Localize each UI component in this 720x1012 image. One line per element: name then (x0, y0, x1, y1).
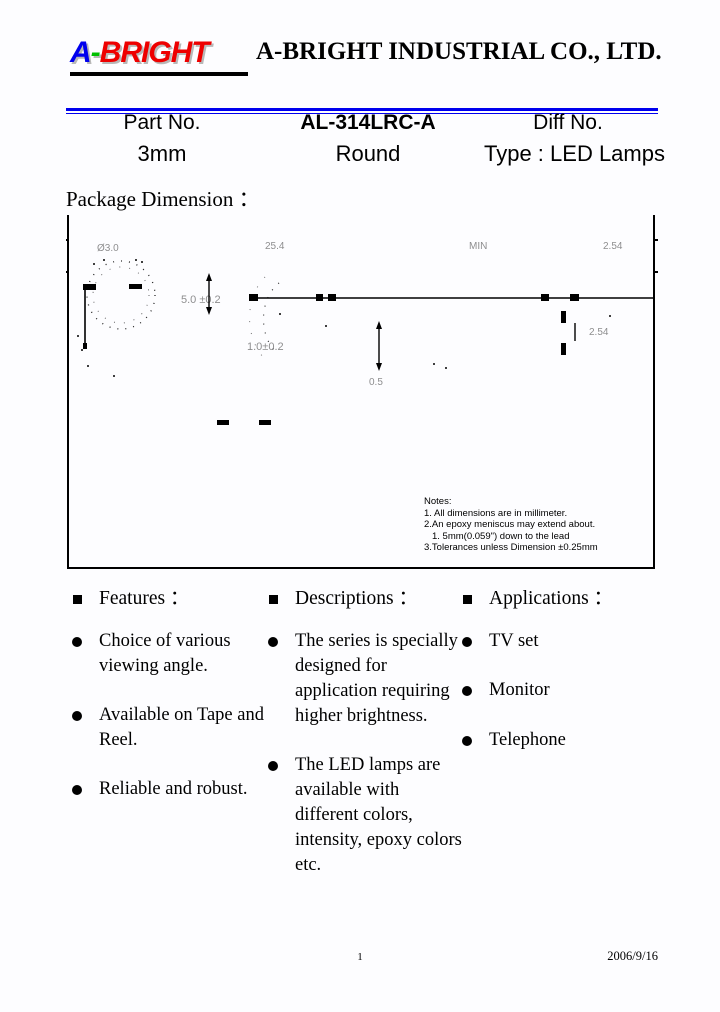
dim-label-right: 2.54 (603, 241, 623, 252)
descriptions-heading: Descriptions ： (262, 586, 462, 612)
note-3: 3.Tolerances unless Dimension ±0.25mm (424, 542, 598, 554)
a-bright-logo: A-BRIGHT (70, 36, 210, 70)
features-list: Choice of various viewing angle. Availab… (66, 629, 266, 802)
shape-cell: Round (258, 142, 478, 166)
applications-heading: Applications ： (456, 586, 666, 612)
features-column: Features ： Choice of various viewing ang… (66, 586, 266, 802)
datasheet-page: A-BRIGHT A-BRIGHT INDUSTRIAL CO., LTD. P… (0, 0, 720, 1012)
list-item: Telephone (456, 728, 666, 753)
part-number-cell: AL-314LRC-A (258, 111, 478, 135)
package-dimension-title: Package Dimension ： (66, 187, 260, 211)
note-1: 1. All dimensions are in millimeter. (424, 507, 568, 519)
round-bullet-icon (462, 637, 472, 647)
package-dimension-drawing-box: Ø3.0 5.0 ±0.2 1.0±0.2 0.5 25.4 MIN 2.54 … (67, 215, 655, 569)
dim-label-center-height: 5.0 ±0.2 (181, 294, 221, 306)
round-bullet-icon (72, 711, 82, 721)
features-heading: Features ： (66, 586, 266, 612)
applications-heading-label: Applications ： (489, 588, 614, 609)
document-date: 2006/9/16 (607, 949, 658, 963)
round-bullet-icon (72, 785, 82, 795)
part-no-label: Part No. (123, 111, 201, 134)
diff-no-cell: Diff No. (478, 111, 658, 135)
company-name: A-BRIGHT INDUSTRIAL CO., LTD. (256, 38, 662, 65)
list-item: Available on Tape and Reel. (66, 703, 266, 753)
part-no-cell: Part No. (66, 111, 258, 135)
type-value: Type : LED Lamps (484, 141, 665, 166)
applications-column: Applications ： TV set Monitor Telephone (456, 586, 666, 753)
size-cell: 3mm (66, 142, 258, 166)
part-header-table: Part No. AL-314LRC-A Diff No. 3mm Round … (66, 104, 665, 273)
list-item: TV set (456, 629, 666, 654)
applications-list: TV set Monitor Telephone (456, 629, 666, 753)
part-number-value: AL-314LRC-A (300, 111, 436, 134)
round-bullet-icon (72, 637, 82, 647)
dim-label-top-left: Ø3.0 (97, 243, 119, 254)
round-bullet-icon (462, 736, 472, 746)
list-item: Choice of various viewing angle. (66, 629, 266, 679)
diff-no-label: Diff No. (533, 111, 603, 134)
logo-underline-bar (70, 72, 248, 76)
notes-title: Notes: (424, 496, 452, 507)
list-item-label: Choice of various viewing angle. (99, 631, 231, 676)
round-bullet-icon (268, 637, 278, 647)
list-item-label: TV set (489, 631, 539, 651)
masthead: A-BRIGHT A-BRIGHT INDUSTRIAL CO., LTD. (0, 32, 720, 114)
list-item-label: Reliable and robust. (99, 779, 248, 799)
square-bullet-icon (73, 595, 82, 604)
dim-label-lead-gap: 1.0±0.2 (247, 341, 284, 353)
list-item: The LED lamps are available with differe… (262, 753, 462, 878)
dim-label-top-right-2: MIN (469, 241, 487, 252)
square-bullet-icon (269, 595, 278, 604)
size-value: 3mm (137, 141, 187, 166)
list-item: Reliable and robust. (66, 777, 266, 802)
dim-label-top-right-1: 25.4 (265, 241, 285, 252)
logo-word-bright: BRIGHT (99, 36, 210, 69)
list-item-label: Telephone (489, 730, 566, 750)
square-bullet-icon (463, 595, 472, 604)
logo-letter-a: A (70, 36, 92, 69)
round-bullet-icon (462, 686, 472, 696)
descriptions-list: The series is specially designed for app… (262, 629, 462, 878)
list-item-label: Monitor (489, 680, 550, 700)
descriptions-column: Descriptions ： The series is specially d… (262, 586, 462, 878)
note-2: 2.An epoxy meniscus may extend about. (424, 519, 596, 531)
round-bullet-icon (268, 761, 278, 771)
list-item-label: The series is specially designed for app… (295, 631, 458, 726)
dim-label-right-2: 2.54 (589, 327, 609, 338)
logo-dash: - (90, 36, 101, 69)
drawing-notes: Notes: 1. All dimensions are in millimet… (424, 496, 598, 554)
dim-label-lead-width: 0.5 (369, 377, 383, 388)
list-item: The series is specially designed for app… (262, 629, 462, 729)
note-2b: 1. 5mm(0.059") down to the lead (432, 530, 570, 542)
type-cell: Type : LED Lamps (478, 142, 665, 166)
list-item: Monitor (456, 678, 666, 703)
features-heading-label: Features ： (99, 588, 190, 609)
part-header-row-1: Part No. AL-314LRC-A Diff No. (66, 104, 658, 135)
list-item-label: The LED lamps are available with differe… (295, 755, 462, 875)
descriptions-heading-label: Descriptions ： (295, 588, 418, 609)
list-item-label: Available on Tape and Reel. (99, 705, 264, 750)
part-header-row-2: 3mm Round Type : LED Lamps (66, 135, 665, 166)
shape-value: Round (335, 141, 401, 166)
